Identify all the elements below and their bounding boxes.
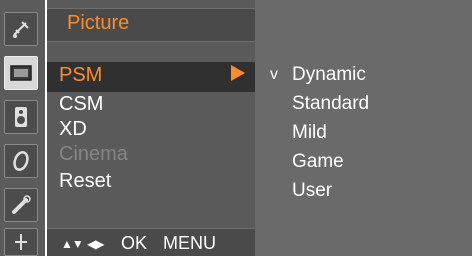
left-right-arrows-icon: ◀▶ bbox=[87, 237, 104, 251]
navigation-hint-bar: ▲▼ ◀▶ OK MENU bbox=[47, 228, 255, 256]
picture-icon bbox=[10, 65, 32, 81]
picture-category-button[interactable] bbox=[4, 56, 38, 90]
menu-item-csm[interactable]: CSM bbox=[59, 93, 103, 116]
menu-item-cinema: Cinema bbox=[59, 143, 128, 165]
sound-category-button[interactable] bbox=[4, 100, 38, 134]
satellite-icon bbox=[13, 21, 29, 38]
time-icon bbox=[13, 151, 29, 171]
ok-hint: OK bbox=[121, 233, 148, 253]
station-category-button[interactable] bbox=[4, 12, 38, 46]
option-icon bbox=[12, 195, 31, 214]
psm-option-standard[interactable]: Standard bbox=[292, 93, 369, 115]
checkmark-icon: v bbox=[270, 66, 278, 83]
osd-menu: Picture PSM CSM XD Cinema Reset ▲▼ ◀▶ OK… bbox=[0, 0, 472, 256]
submenu-arrow-icon bbox=[231, 65, 245, 81]
menu-title-bar: Picture bbox=[47, 8, 255, 42]
menu-item-xd[interactable]: XD bbox=[59, 118, 87, 141]
screen-category-button[interactable] bbox=[4, 228, 38, 256]
menu-title: Picture bbox=[67, 12, 130, 34]
menu-item-reset[interactable]: Reset bbox=[59, 170, 111, 193]
screen-icon bbox=[15, 234, 27, 250]
psm-submenu: v Dynamic Standard Mild Game User bbox=[255, 0, 472, 256]
menu-item-psm[interactable]: PSM bbox=[59, 64, 102, 87]
menu-hint: MENU bbox=[163, 233, 216, 253]
sound-icon bbox=[15, 107, 27, 127]
up-down-arrows-icon: ▲▼ bbox=[61, 237, 84, 251]
psm-option-dynamic[interactable]: Dynamic bbox=[292, 64, 366, 86]
psm-option-mild[interactable]: Mild bbox=[292, 122, 327, 144]
picture-menu: Picture PSM CSM XD Cinema Reset ▲▼ ◀▶ OK… bbox=[47, 0, 255, 256]
psm-option-user[interactable]: User bbox=[292, 180, 332, 202]
category-sidebar bbox=[0, 0, 45, 256]
psm-option-game[interactable]: Game bbox=[292, 151, 344, 173]
time-category-button[interactable] bbox=[4, 144, 38, 178]
option-category-button[interactable] bbox=[4, 188, 38, 222]
